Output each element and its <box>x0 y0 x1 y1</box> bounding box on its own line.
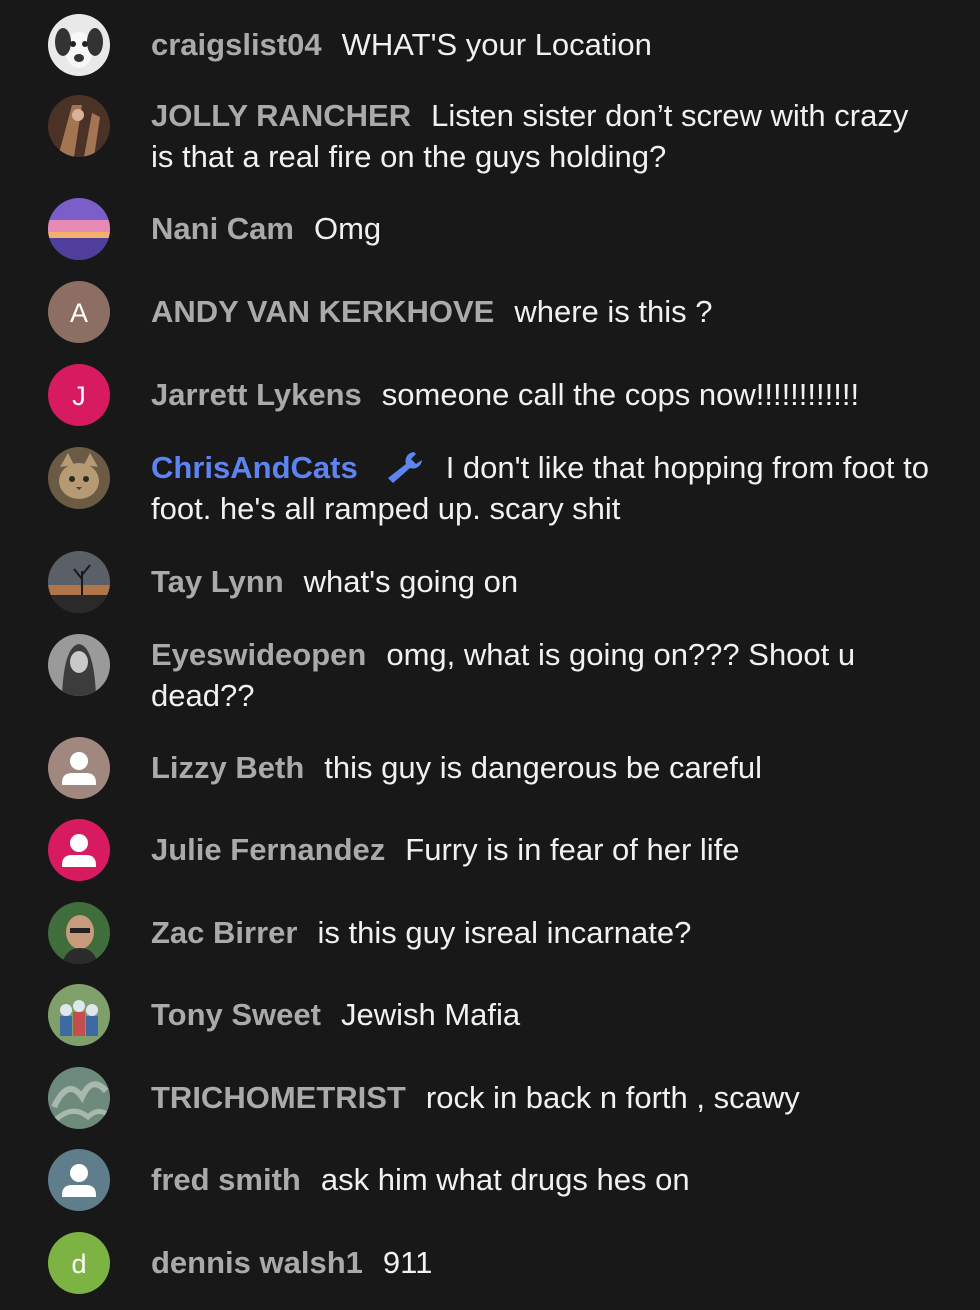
default-person-icon <box>48 819 110 881</box>
avatar[interactable] <box>48 1067 110 1129</box>
avatar[interactable] <box>48 95 110 157</box>
person-photo-icon <box>48 634 110 696</box>
author-name[interactable]: fred smith <box>151 1162 301 1197</box>
avatar[interactable] <box>48 984 110 1046</box>
avatar[interactable] <box>48 819 110 881</box>
message-body: Zac Birrer is this guy isreal incarnate? <box>151 912 931 953</box>
author-name[interactable]: ANDY VAN KERKHOVE <box>151 294 494 329</box>
group-photo-icon <box>48 984 110 1046</box>
author-name[interactable]: dennis walsh1 <box>151 1245 363 1280</box>
avatar[interactable]: d <box>48 1232 110 1294</box>
author-name[interactable]: Tony Sweet <box>151 997 321 1032</box>
message-body: TRICHOMETRIST rock in back n forth , scaw… <box>151 1077 931 1118</box>
author-name[interactable]: ChrisAndCats <box>151 450 358 485</box>
avatar[interactable] <box>48 902 110 964</box>
author-name[interactable]: Nani Cam <box>151 211 294 246</box>
author-name[interactable]: Eyeswideopen <box>151 637 366 672</box>
live-chat-panel: craigslist04 WHAT'S your Location JOLLY R… <box>0 0 980 1310</box>
avatar[interactable] <box>48 634 110 696</box>
author-name[interactable]: TRICHOMETRIST <box>151 1080 406 1115</box>
message-body: Julie Fernandez Furry is in fear of her l… <box>151 829 931 870</box>
author-name[interactable]: craigslist04 <box>151 27 322 62</box>
avatar[interactable] <box>48 551 110 613</box>
plant-photo-icon <box>48 1067 110 1129</box>
tree-photo-icon <box>48 551 110 613</box>
message-text: what's going on <box>303 564 519 599</box>
message-text: rock in back n forth , scawy <box>425 1080 800 1115</box>
author-name[interactable]: Julie Fernandez <box>151 832 385 867</box>
avatar[interactable]: A <box>48 281 110 343</box>
message-text: this guy is dangerous be careful <box>324 750 763 785</box>
cat-photo-icon <box>48 447 110 509</box>
avatar[interactable] <box>48 14 110 76</box>
message-text: where is this ? <box>514 294 713 329</box>
person-photo-icon <box>48 95 110 157</box>
author-name[interactable]: Tay Lynn <box>151 564 284 599</box>
person-photo-icon <box>48 902 110 964</box>
message-text: Furry is in fear of her life <box>405 832 740 867</box>
message-body: fred smith ask him what drugs hes on <box>151 1159 931 1200</box>
avatar[interactable] <box>48 1149 110 1211</box>
message-body: Tay Lynn what's going on <box>151 561 931 602</box>
avatar[interactable] <box>48 737 110 799</box>
svg-text:A: A <box>70 298 88 328</box>
message-text: someone call the cops now!!!!!!!!!!!! <box>381 377 860 412</box>
message-body: JOLLY RANCHER Listen sister don’t screw w… <box>151 95 931 177</box>
letter-avatar-icon: A <box>48 281 110 343</box>
letter-avatar-icon: d <box>48 1232 110 1294</box>
message-text: Omg <box>313 211 382 246</box>
message-body: Eyeswideopen omg, what is going on??? Sho… <box>151 634 931 716</box>
wrench-icon <box>387 452 422 483</box>
message-body: ANDY VAN KERKHOVE where is this ? <box>151 291 931 332</box>
message-text: Jewish Mafia <box>340 997 521 1032</box>
message-body: Jarrett Lykens someone call the cops now!… <box>151 374 931 415</box>
author-name[interactable]: Zac Birrer <box>151 915 297 950</box>
sunset-photo-icon <box>48 198 110 260</box>
message-text: ask him what drugs hes on <box>320 1162 690 1197</box>
message-text: is this guy isreal incarnate? <box>317 915 692 950</box>
message-body: ChrisAndCats I don't like that hopping f… <box>151 447 931 529</box>
author-name[interactable]: Lizzy Beth <box>151 750 304 785</box>
letter-avatar-icon: J <box>48 364 110 426</box>
author-name[interactable]: JOLLY RANCHER <box>151 98 411 133</box>
message-body: dennis walsh1 911 <box>151 1242 931 1283</box>
message-body: Tony Sweet Jewish Mafia <box>151 994 931 1035</box>
avatar[interactable]: J <box>48 364 110 426</box>
svg-text:J: J <box>72 381 86 411</box>
message-body: craigslist04 WHAT'S your Location <box>151 24 931 65</box>
message-text: 911 <box>382 1245 433 1280</box>
avatar[interactable] <box>48 447 110 509</box>
dog-photo-icon <box>48 14 110 76</box>
default-person-icon <box>48 737 110 799</box>
message-body: Nani Cam Omg <box>151 208 931 249</box>
default-person-icon <box>48 1149 110 1211</box>
message-text: WHAT'S your Location <box>341 27 652 62</box>
author-name[interactable]: Jarrett Lykens <box>151 377 362 412</box>
avatar[interactable] <box>48 198 110 260</box>
message-body: Lizzy Beth this guy is dangerous be caref… <box>151 747 931 788</box>
svg-text:d: d <box>71 1249 86 1279</box>
